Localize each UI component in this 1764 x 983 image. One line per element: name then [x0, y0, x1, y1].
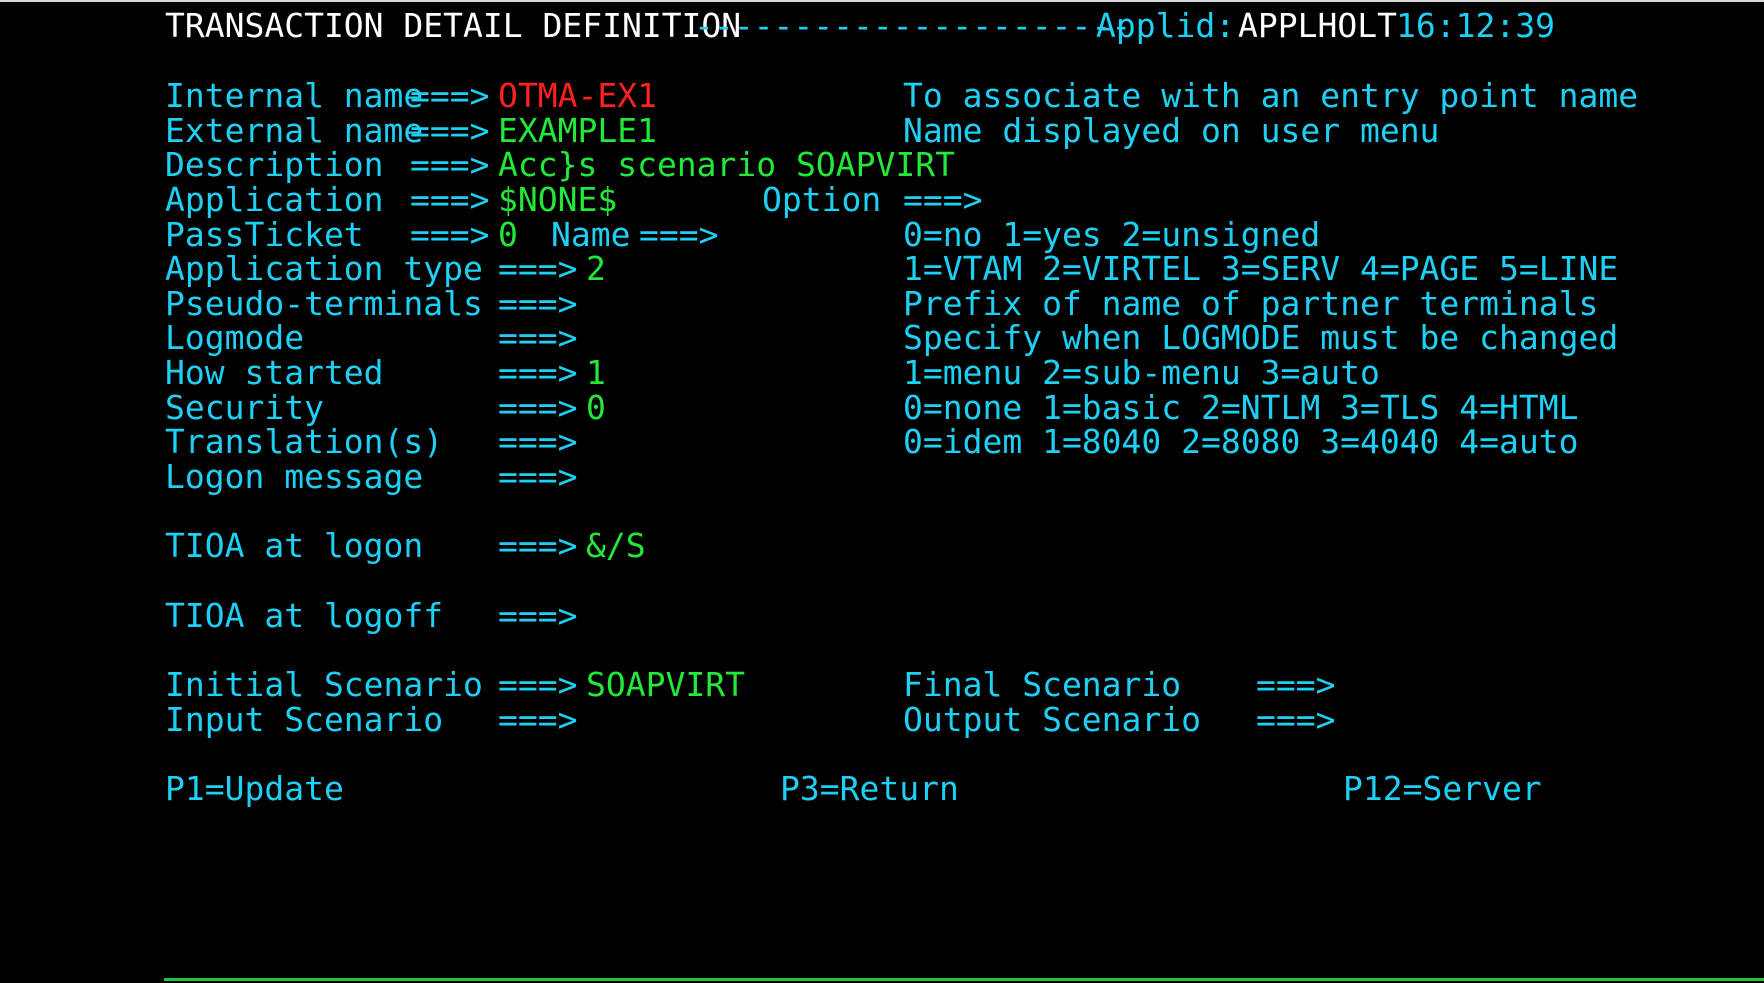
logmode-label: Logmode — [165, 318, 305, 357]
application-row: Application ===> $NONE$ Option ===> — [0, 180, 1764, 219]
description-label: Description — [165, 145, 384, 184]
logmode-field[interactable] — [586, 318, 876, 357]
terminal-screen: TRANSACTION DETAIL DEFINITION ----------… — [0, 0, 1764, 983]
option-label: Option — [762, 180, 882, 219]
logmode-row: Logmode ===> Specify when LOGMODE must b… — [0, 318, 1764, 357]
initial-scenario-arrow: ===> — [498, 665, 578, 704]
tioa-logon-row: TIOA at logon ===> &/S — [0, 526, 1764, 565]
pf12-server-key[interactable]: P12=Server — [1343, 769, 1542, 808]
logon-message-arrow: ===> — [498, 457, 578, 496]
internal-name-hint: To associate with an entry point name — [903, 76, 1639, 115]
app-type-arrow: ===> — [498, 249, 578, 288]
internal-name-field[interactable]: OTMA-EX1 — [498, 76, 657, 115]
translation-arrow: ===> — [498, 422, 578, 461]
status-line-separator — [164, 978, 1764, 981]
logon-message-row: Logon message ===> — [0, 457, 1764, 496]
tioa-logoff-label: TIOA at logoff — [165, 596, 444, 635]
translation-hint: 0=idem 1=8040 2=8080 3=4040 4=auto — [903, 422, 1579, 461]
option-arrow: ===> — [903, 180, 983, 219]
description-field[interactable]: Acc}s scenario SOAPVIRT — [498, 145, 955, 184]
tioa-logon-label: TIOA at logon — [165, 526, 424, 565]
initial-final-scenario-row: Initial Scenario ===> SOAPVIRT Final Sce… — [0, 665, 1764, 704]
tioa-logon-arrow: ===> — [498, 526, 578, 565]
app-type-field[interactable]: 2 — [586, 249, 606, 288]
internal-name-row: Internal name ===> OTMA-EX1 To associate… — [0, 76, 1764, 115]
header-row: TRANSACTION DETAIL DEFINITION ----------… — [0, 6, 1764, 45]
output-scenario-label: Output Scenario — [903, 700, 1202, 739]
option-field[interactable] — [991, 180, 1111, 219]
input-scenario-label: Input Scenario — [165, 700, 444, 739]
tioa-logon-field[interactable]: &/S — [586, 526, 646, 565]
pf1-update-key[interactable]: P1=Update — [165, 769, 344, 808]
how-started-label: How started — [165, 353, 384, 392]
logon-message-label: Logon message — [165, 457, 424, 496]
initial-scenario-label: Initial Scenario — [165, 665, 483, 704]
pf3-return-key[interactable]: P3=Return — [780, 769, 959, 808]
translation-label: Translation(s) — [165, 422, 444, 461]
application-arrow: ===> — [410, 180, 490, 219]
description-arrow: ===> — [410, 145, 490, 184]
initial-scenario-field[interactable]: SOAPVIRT — [586, 665, 745, 704]
final-scenario-arrow: ===> — [1256, 665, 1336, 704]
internal-name-label: Internal name — [165, 76, 424, 115]
how-started-field[interactable]: 1 — [586, 353, 606, 392]
how-started-arrow: ===> — [498, 353, 578, 392]
input-scenario-field[interactable] — [586, 700, 876, 739]
clock-time: 16:12:39 — [1396, 6, 1555, 45]
tioa-logoff-row: TIOA at logoff ===> — [0, 596, 1764, 635]
logmode-hint: Specify when LOGMODE must be changed — [903, 318, 1619, 357]
input-scenario-arrow: ===> — [498, 700, 578, 739]
app-type-row: Application type ===> 2 1=VTAM 2=VIRTEL … — [0, 249, 1764, 288]
final-scenario-label: Final Scenario — [903, 665, 1182, 704]
translation-row: Translation(s) ===> 0=idem 1=8040 2=8080… — [0, 422, 1764, 461]
applid-label: Applid: — [1096, 6, 1236, 45]
translation-field[interactable] — [586, 422, 876, 461]
output-scenario-field[interactable] — [1344, 700, 1524, 739]
header-dashes: ---------------------- — [694, 6, 1132, 45]
app-type-hint: 1=VTAM 2=VIRTEL 3=SERV 4=PAGE 5=LINE — [903, 249, 1619, 288]
tioa-logoff-field[interactable] — [586, 596, 1686, 635]
output-scenario-arrow: ===> — [1256, 700, 1336, 739]
applid-value: APPLHOLT — [1238, 6, 1397, 45]
tioa-logoff-arrow: ===> — [498, 596, 578, 635]
how-started-hint: 1=menu 2=sub-menu 3=auto — [903, 353, 1380, 392]
application-field[interactable]: $NONE$ — [498, 180, 617, 219]
logmode-arrow: ===> — [498, 318, 578, 357]
screen-title: TRANSACTION DETAIL DEFINITION — [165, 6, 742, 45]
application-label: Application — [165, 180, 384, 219]
final-scenario-field[interactable] — [1344, 665, 1524, 704]
internal-name-arrow: ===> — [410, 76, 490, 115]
logon-message-field[interactable] — [586, 457, 1686, 496]
pf-keys-row: P1=Update P3=Return P12=Server — [0, 769, 1764, 808]
description-row: Description ===> Acc}s scenario SOAPVIRT — [0, 145, 1764, 184]
app-type-label: Application type — [165, 249, 483, 288]
input-output-scenario-row: Input Scenario ===> Output Scenario ===> — [0, 700, 1764, 739]
how-started-row: How started ===> 1 1=menu 2=sub-menu 3=a… — [0, 353, 1764, 392]
